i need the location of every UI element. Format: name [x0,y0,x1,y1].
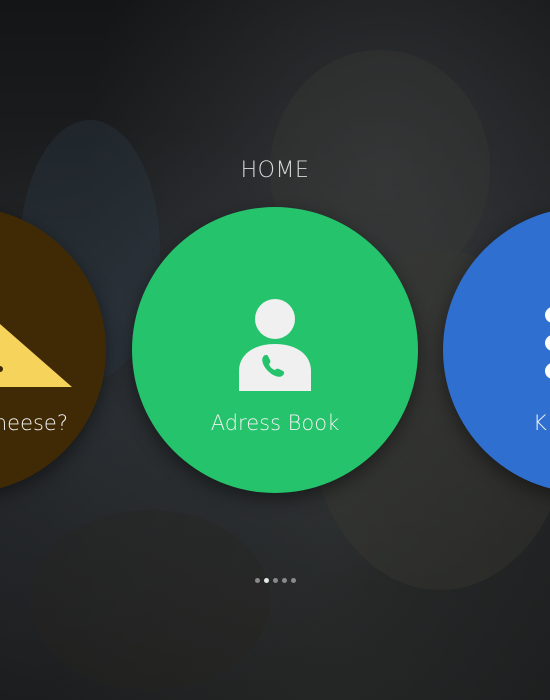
contact-phone-icon [239,299,311,391]
warning-triangle-icon [0,324,72,387]
page-dot[interactable] [254,578,260,583]
page-dot[interactable] [272,578,278,583]
tile-label: Adress Book [210,411,340,435]
tile-label: heese? [0,411,68,435]
page-indicator [0,578,550,583]
tile-label: K [533,411,547,435]
tile-address-book[interactable]: Adress Book [132,207,418,493]
page-dot[interactable] [290,578,296,583]
page-dot-active[interactable] [263,578,269,583]
dots-icon [545,307,550,379]
page-title: HOME [240,158,310,183]
page-dot[interactable] [281,578,287,583]
home-screen: HOME heese? Adress Book K [0,0,550,700]
